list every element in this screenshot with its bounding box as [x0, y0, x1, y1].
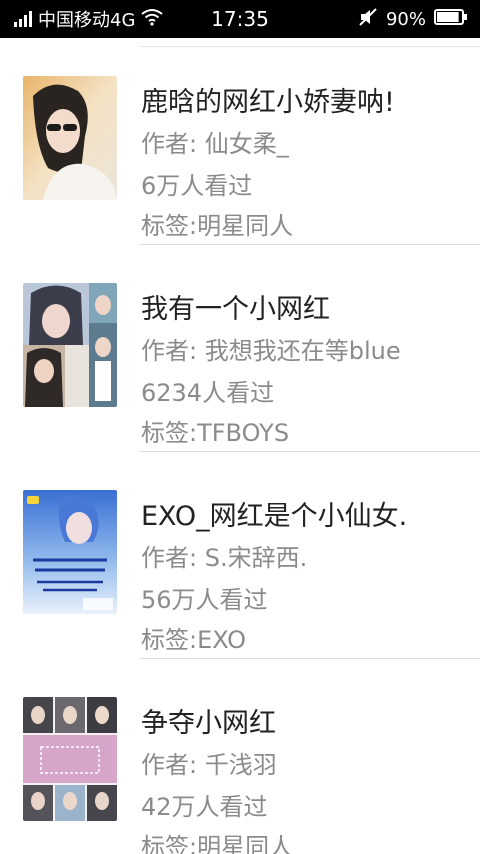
mute-icon: [358, 7, 378, 32]
list-item[interactable]: 争夺小网红 作者: 千浅羽 42万人看过 标签:明星同人: [0, 659, 480, 854]
book-views: 6万人看过: [141, 172, 253, 200]
book-author: 作者: 千浅羽: [141, 751, 277, 779]
book-author: 作者: 仙女柔_: [141, 130, 289, 158]
book-views: 42万人看过: [141, 793, 268, 821]
book-title[interactable]: 争夺小网红: [141, 701, 276, 740]
book-cover[interactable]: [23, 283, 117, 407]
clock: 17:35: [211, 7, 269, 31]
list-item[interactable]: EXO_网红是个小仙女. 作者: S.宋辞西. 56万人看过 标签:EXO: [0, 452, 480, 659]
status-right: 90%: [358, 0, 468, 38]
book-tags: 标签:明星同人: [141, 212, 294, 240]
list-item[interactable]: 我有一个小网红 作者: 我想我还在等blue 6234人看过 标签:TFBOYS: [0, 245, 480, 452]
book-tags: 标签:TFBOYS: [141, 419, 290, 447]
book-cover[interactable]: [23, 697, 117, 821]
book-cover[interactable]: [23, 490, 117, 614]
book-author: 作者: 我想我还在等blue: [141, 337, 401, 365]
book-author: 作者: S.宋辞西.: [141, 544, 308, 572]
list-item[interactable]: 鹿晗的网红小娇妻呐! 作者: 仙女柔_ 6万人看过 标签:明星同人: [0, 38, 480, 245]
status-bar: 中国移动4G 17:35 90%: [0, 0, 480, 38]
book-list[interactable]: 鹿晗的网红小娇妻呐! 作者: 仙女柔_ 6万人看过 标签:明星同人 我有一个小网…: [0, 38, 480, 854]
book-views: 6234人看过: [141, 379, 275, 407]
book-title[interactable]: 我有一个小网红: [141, 287, 330, 326]
book-cover[interactable]: [23, 76, 117, 200]
book-title[interactable]: EXO_网红是个小仙女.: [141, 494, 407, 533]
book-title[interactable]: 鹿晗的网红小娇妻呐!: [141, 80, 395, 119]
battery-percent: 90%: [385, 8, 426, 30]
book-tags: 标签:明星同人: [141, 833, 294, 854]
book-tags: 标签:EXO: [141, 626, 247, 654]
battery-icon: [434, 8, 468, 31]
book-views: 56万人看过: [141, 586, 268, 614]
